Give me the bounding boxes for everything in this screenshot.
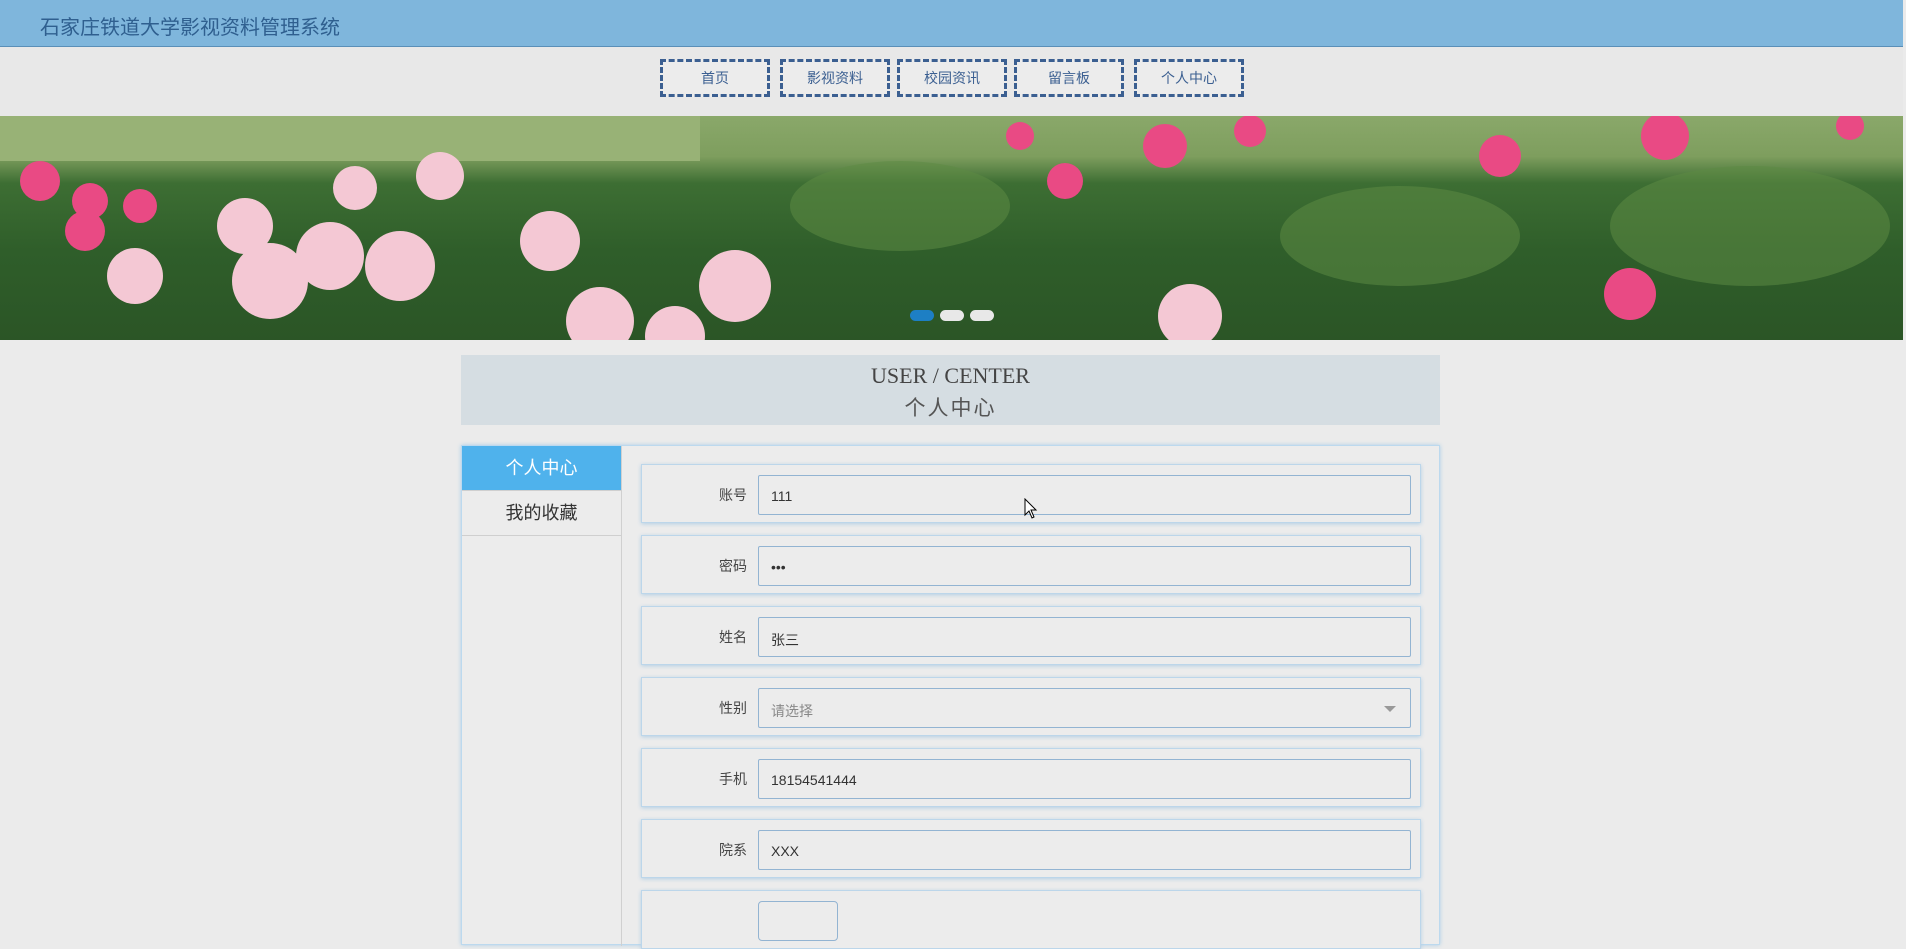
- user-sidebar: 个人中心 我的收藏: [462, 446, 622, 946]
- form-row-phone: 手机 18154541444: [641, 748, 1421, 807]
- user-center-heading: USER / CENTER 个人中心: [461, 355, 1440, 425]
- name-input[interactable]: 张三: [758, 617, 1411, 657]
- password-input[interactable]: •••: [758, 546, 1411, 586]
- form-row-department: 院系 XXX: [641, 819, 1421, 878]
- heading-chinese: 个人中心: [904, 396, 997, 420]
- form-row-gender: 性别 请选择: [641, 677, 1421, 736]
- nav-videos[interactable]: 影视资料: [780, 59, 890, 97]
- sidebar-item-favorites[interactable]: 我的收藏: [462, 491, 621, 536]
- main-nav: 首页 影视资料 校园资讯 留言板 个人中心: [0, 47, 1903, 116]
- gender-label: 性别: [719, 700, 747, 716]
- department-input[interactable]: XXX: [758, 830, 1411, 870]
- sidebar-item-user-center[interactable]: 个人中心: [462, 446, 621, 491]
- carousel-dot-3[interactable]: [970, 310, 994, 321]
- password-label: 密码: [719, 558, 747, 574]
- nav-home[interactable]: 首页: [660, 59, 770, 97]
- gender-select[interactable]: 请选择: [758, 688, 1411, 728]
- name-label: 姓名: [719, 629, 747, 645]
- carousel-indicators: [910, 310, 994, 321]
- phone-label: 手机: [719, 771, 747, 787]
- account-input[interactable]: 111: [758, 475, 1411, 515]
- banner-image: [0, 116, 1890, 340]
- form-row-password: 密码 •••: [641, 535, 1421, 594]
- mouse-cursor-icon: [1024, 498, 1038, 519]
- carousel-dot-2[interactable]: [940, 310, 964, 321]
- nav-campus-news[interactable]: 校园资讯: [897, 59, 1007, 97]
- form-row-name: 姓名 张三: [641, 606, 1421, 665]
- site-title: 石家庄铁道大学影视资料管理系统: [40, 17, 340, 39]
- chevron-down-icon: [1384, 706, 1396, 712]
- avatar-image[interactable]: [758, 901, 838, 941]
- carousel-dot-1[interactable]: [910, 310, 934, 321]
- user-center-panel: 个人中心 我的收藏 账号 111 密码 ••• 姓名 张三 性别 请选择 手机 …: [461, 445, 1440, 949]
- banner-carousel[interactable]: [0, 116, 1903, 340]
- heading-english: USER / CENTER: [871, 363, 1030, 388]
- phone-input[interactable]: 18154541444: [758, 759, 1411, 799]
- top-header-bar: 石家庄铁道大学影视资料管理系统: [0, 0, 1903, 47]
- department-label: 院系: [719, 842, 747, 858]
- nav-message-board[interactable]: 留言板: [1014, 59, 1124, 97]
- nav-user-center[interactable]: 个人中心: [1134, 59, 1244, 97]
- form-row-avatar: [641, 890, 1421, 949]
- gender-select-value: 请选择: [771, 703, 813, 719]
- account-label: 账号: [719, 487, 747, 503]
